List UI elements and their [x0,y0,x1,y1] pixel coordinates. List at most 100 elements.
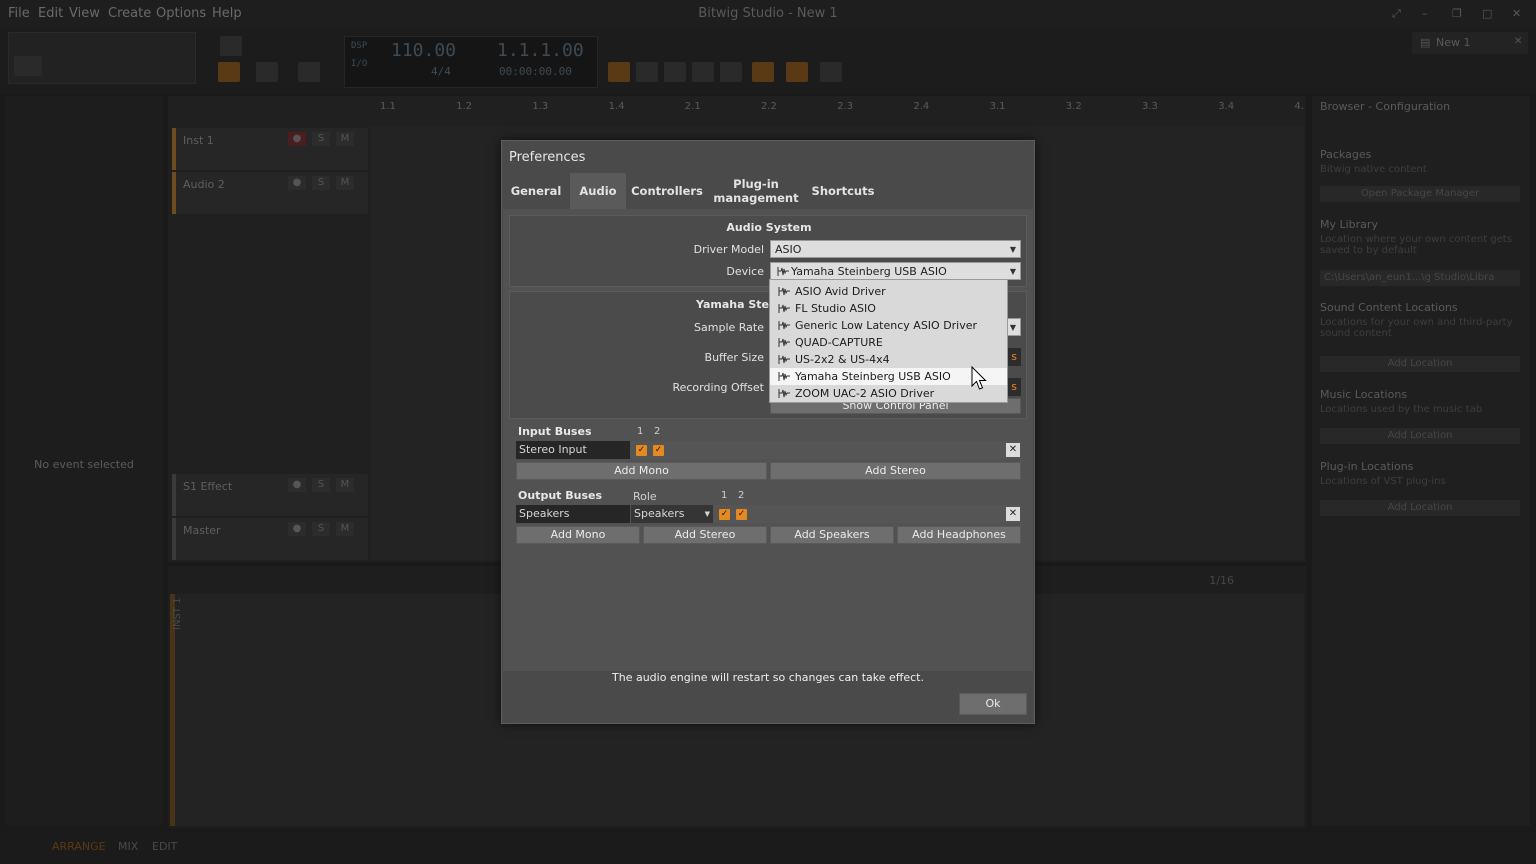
tab-general[interactable]: General [509,173,563,209]
output-channel-1-checkbox[interactable]: ✓ [719,509,730,520]
record-arm-button[interactable]: ● [288,478,306,492]
pointer-tool-icon[interactable] [608,62,630,82]
loop-icon[interactable] [220,36,242,56]
toolbar [0,28,1536,94]
chevron-down-icon: ▼ [1009,267,1016,276]
pencil-tool-icon[interactable] [664,62,686,82]
recording-offset-label: Recording Offset [672,381,764,394]
restore-icon[interactable]: ❐ [1452,7,1464,20]
tab-controllers[interactable]: Controllers [631,173,703,209]
track-header[interactable]: Audio 2 ● S M [172,172,368,214]
track-name: Inst 1 [183,134,214,147]
plugin-locations-subtitle: Locations of VST plug-ins [1320,476,1446,487]
mute-button[interactable]: M [336,522,354,536]
music-locations-subtitle: Locations used by the music tab [1320,404,1483,415]
device-option[interactable]: FL Studio ASIO [770,300,1007,317]
chevron-down-icon: ▼ [1009,245,1016,254]
ruler-label: 4. [1294,101,1304,112]
add-speakers-button[interactable]: Add Speakers [770,526,894,544]
close-tab-icon[interactable]: ✕ [1514,36,1522,47]
maximize-icon[interactable]: □ [1482,7,1494,20]
output-bus-name-field[interactable]: Speakers [516,505,630,523]
track-color [172,172,176,214]
remove-output-bus-icon[interactable]: ✕ [1006,507,1020,521]
track-header[interactable]: Master ● S M [172,518,368,560]
add-headphones-button[interactable]: Add Headphones [897,526,1021,544]
record-arm-button[interactable]: ● [288,522,306,536]
tab-shortcuts[interactable]: Shortcuts [808,173,878,209]
ruler-label: 1.1 [380,101,396,112]
solo-button[interactable]: S [312,176,330,190]
add-mono-input-button[interactable]: Add Mono [516,462,767,480]
minimize-icon[interactable]: – [1422,7,1434,20]
mute-button[interactable]: M [336,478,354,492]
follow-icon[interactable] [820,62,842,82]
output-buses-heading: Output Buses [518,489,603,502]
ok-button[interactable]: Ok [959,693,1027,715]
record-arm-button[interactable]: ● [288,132,306,146]
open-package-manager-button[interactable]: Open Package Manager [1320,186,1520,202]
track-color [172,474,176,516]
add-music-location-button[interactable]: Add Location [1320,428,1520,444]
track-header[interactable]: S1 Effect ● S M [172,474,368,516]
close-window-icon[interactable]: ✕ [1512,7,1524,20]
knife-tool-icon[interactable] [720,62,742,82]
input-bus-name-field[interactable]: Stereo Input [516,441,630,459]
groove-icon[interactable] [298,62,320,82]
tab-audio[interactable]: Audio [570,173,626,209]
input-channel-1-checkbox[interactable]: ✓ [636,445,647,456]
ruler-label: 3.4 [1218,101,1235,112]
device-value: Yamaha Steinberg USB ASIO [791,265,947,278]
output-role-select[interactable]: Speakers ▼ [631,505,713,523]
tempo-display[interactable]: 110.00 [391,40,456,61]
add-sound-location-button[interactable]: Add Location [1320,356,1520,372]
tab-plugin-management[interactable]: Plug-in management [713,173,798,209]
time-select-tool-icon[interactable] [636,62,658,82]
driver-model-select[interactable]: ASIO ▼ [770,240,1021,258]
audio-device-icon [778,321,790,330]
automation-icon[interactable] [786,62,808,82]
track-color [172,128,176,170]
add-stereo-input-button[interactable]: Add Stereo [770,462,1021,480]
edit-view-button[interactable]: EDIT [152,840,177,853]
output-channel-2-checkbox[interactable]: ✓ [736,509,747,520]
device-select[interactable]: Yamaha Steinberg USB ASIO ▼ [770,262,1021,280]
audio-device-icon [778,389,790,398]
add-mono-output-button[interactable]: Add Mono [516,526,640,544]
solo-button[interactable]: S [312,522,330,536]
track-header[interactable]: Inst 1 ● S M [172,128,368,170]
time-signature-display[interactable]: 4/4 [431,65,451,78]
record-arm-button[interactable]: ● [288,176,306,190]
remove-input-bus-icon[interactable]: ✕ [1006,443,1020,457]
record-mode-icon[interactable] [218,62,240,82]
mute-button[interactable]: M [336,132,354,146]
document-tab[interactable]: ▤ New 1 ✕ [1412,32,1528,54]
status-bar: ARRANGE MIX EDIT [0,832,1536,864]
input-channel-2-checkbox[interactable]: ✓ [653,445,664,456]
ruler-label: 2.3 [837,101,854,112]
device-option[interactable]: Generic Low Latency ASIO Driver [770,317,1007,334]
device-option[interactable]: ASIO Avid Driver [770,283,1007,300]
arrange-view-button[interactable]: ARRANGE [52,840,106,853]
eraser-tool-icon[interactable] [692,62,714,82]
ruler-label: 1.3 [532,101,549,112]
mute-button[interactable]: M [336,176,354,190]
library-path-field[interactable]: C:\Users\an_eun1...\g Studio\Libra [1320,270,1520,286]
metronome-icon[interactable] [256,62,278,82]
ruler-label: 2.1 [684,101,701,112]
mix-view-button[interactable]: MIX [118,840,138,853]
snap-icon[interactable] [752,62,774,82]
solo-button[interactable]: S [312,478,330,492]
ruler-label: 1.2 [456,101,473,112]
grid-icon[interactable] [14,56,42,76]
device-option[interactable]: QUAD-CAPTURE [770,334,1007,351]
fullscreen-icon[interactable]: ⤢ [1392,7,1404,20]
no-event-label: No event selected [34,458,134,471]
solo-button[interactable]: S [312,132,330,146]
driver-model-label: Driver Model [693,243,764,256]
position-display[interactable]: 1.1.1.00 [497,40,584,61]
add-stereo-output-button[interactable]: Add Stereo [643,526,767,544]
track-name: Master [183,524,221,537]
add-plugin-location-button[interactable]: Add Location [1320,500,1520,516]
restart-notice: The audio engine will restart so changes… [612,671,924,684]
